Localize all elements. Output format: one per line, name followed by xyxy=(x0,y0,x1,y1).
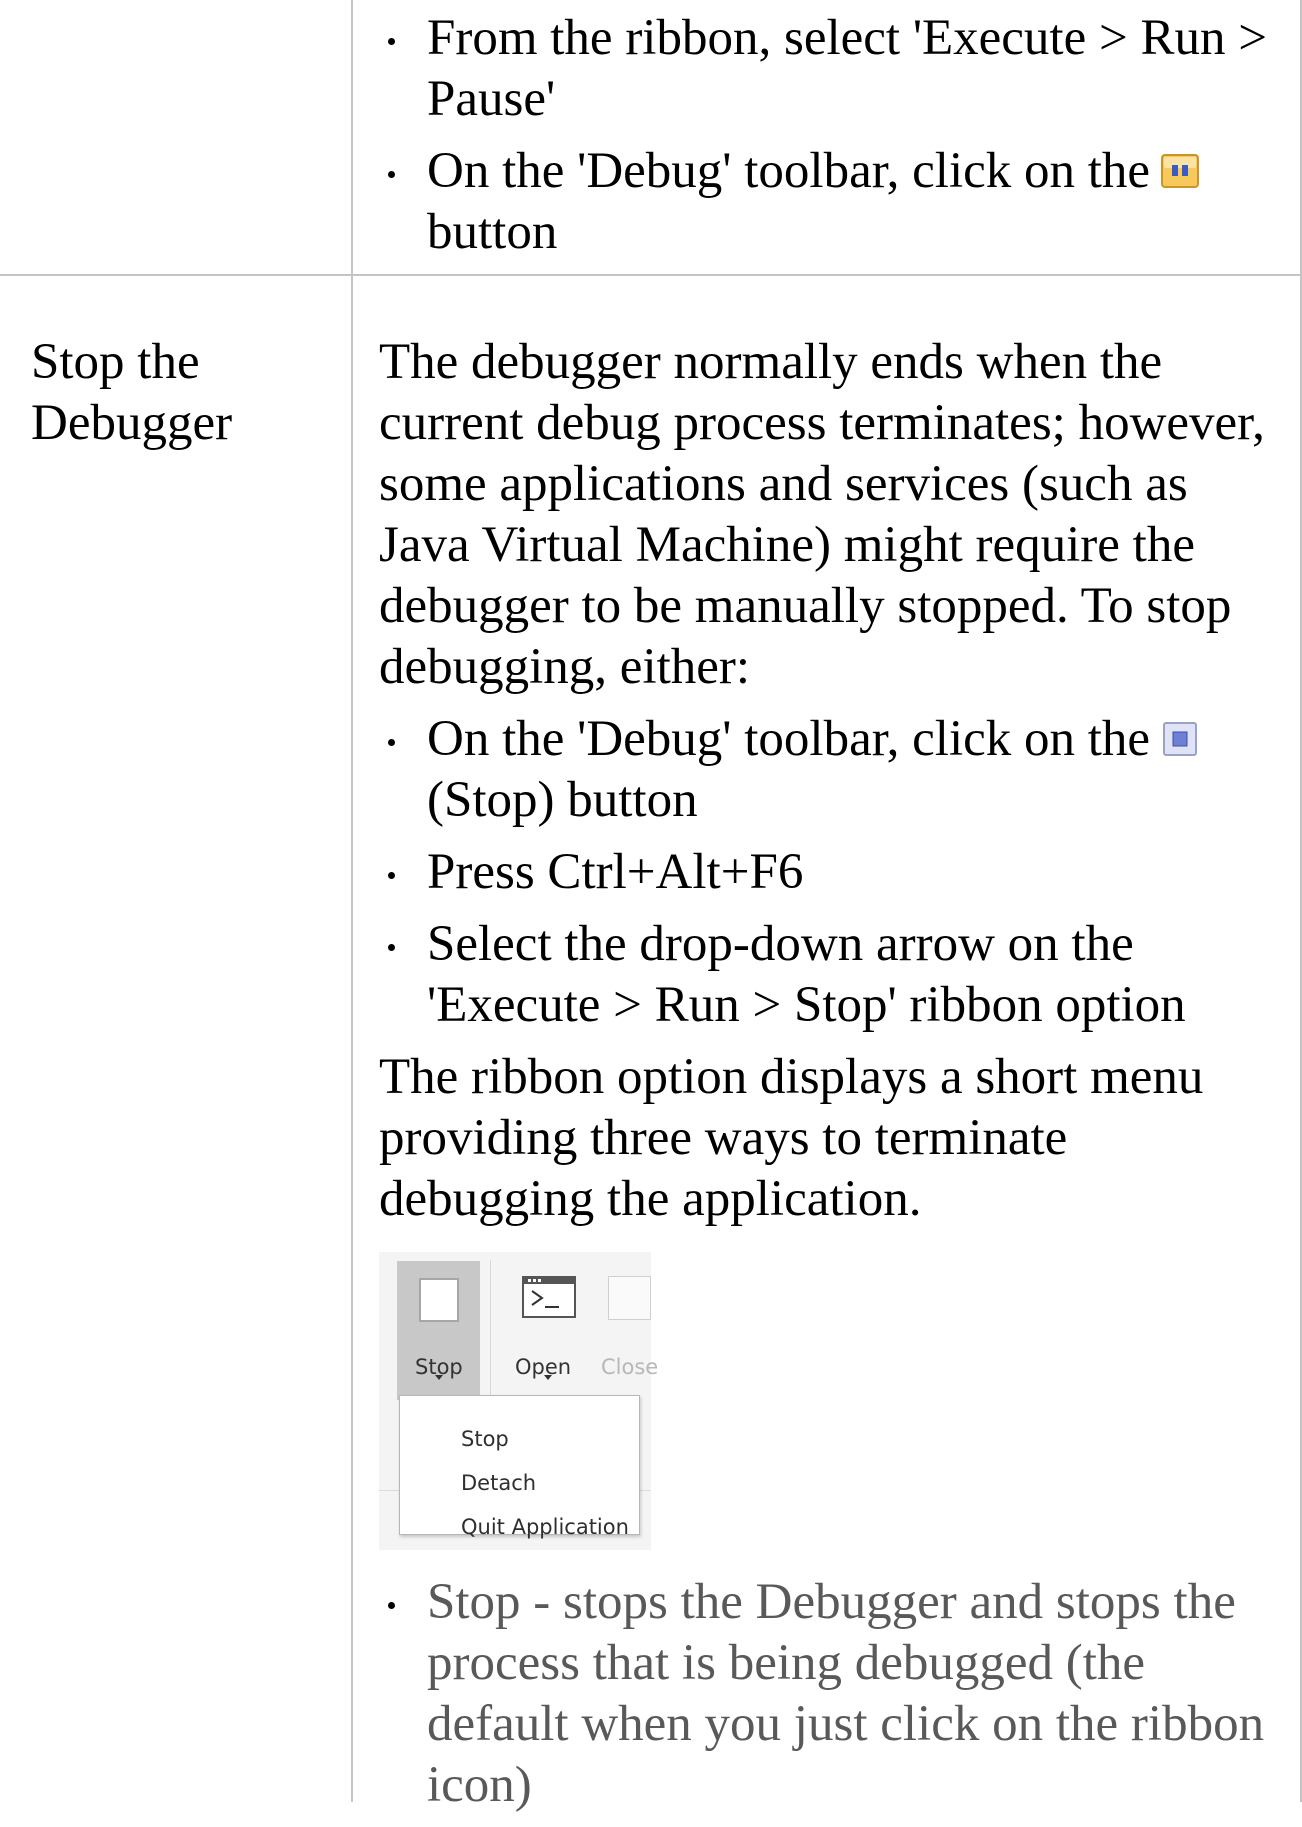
bullet-text: From the ribbon, select 'Execute > Run >… xyxy=(427,10,1268,127)
chevron-down-icon xyxy=(435,1375,443,1380)
row1-content-cell: From the ribbon, select 'Execute > Run >… xyxy=(379,8,1279,274)
console-icon[interactable] xyxy=(522,1276,576,1318)
document-table: From the ribbon, select 'Execute > Run >… xyxy=(0,0,1302,1813)
row2-content-cell: The debugger normally ends when the curr… xyxy=(379,332,1279,1827)
pause-icon xyxy=(1160,145,1200,188)
ribbon-separator xyxy=(490,1260,491,1398)
list-item: Stop - stops the Debugger and stops the … xyxy=(379,1572,1279,1816)
list-item: On the 'Debug' toolbar, click on the (St… xyxy=(379,709,1279,831)
ribbon-stop-button[interactable]: Stop xyxy=(397,1261,480,1400)
row-divider xyxy=(0,274,1302,276)
stop-icon xyxy=(1160,713,1200,756)
list-item: From the ribbon, select 'Execute > Run >… xyxy=(379,8,1279,130)
bullet-text: On the 'Debug' toolbar, click on the xyxy=(427,711,1151,767)
menu-item-quit-application[interactable]: Quit Application xyxy=(461,1497,629,1558)
bullet-text: Select the drop-down arrow on the 'Execu… xyxy=(427,916,1186,1033)
bullet-text: On the 'Debug' toolbar, click on the xyxy=(427,143,1151,199)
list-item: On the 'Debug' toolbar, click on the but… xyxy=(379,141,1279,263)
bullet-text: Stop - stops the Debugger and stops the … xyxy=(427,1574,1265,1813)
stop-dropdown-menu: Stop Detach Quit Application xyxy=(399,1395,640,1539)
close-window-icon xyxy=(608,1276,651,1320)
column-divider xyxy=(351,0,353,1802)
ribbon-stop-label: Stop xyxy=(415,1355,463,1379)
bullet-text: Press Ctrl+Alt+F6 xyxy=(427,844,804,900)
chevron-down-icon xyxy=(544,1375,552,1380)
ribbon-close-label: Close xyxy=(601,1355,659,1379)
after-paragraph: The ribbon option displays a short menu … xyxy=(379,1049,1204,1227)
bullet-text-cont: (Stop) button xyxy=(427,772,698,828)
row2-bullet-list: On the 'Debug' toolbar, click on the (St… xyxy=(379,709,1279,1036)
row-label: Stop the Debugger xyxy=(31,334,233,451)
intro-paragraph: The debugger normally ends when the curr… xyxy=(379,334,1265,695)
bullet-text-cont: button xyxy=(427,204,558,260)
list-item: Select the drop-down arrow on the 'Execu… xyxy=(379,914,1279,1036)
row1-bullet-list: From the ribbon, select 'Execute > Run >… xyxy=(379,8,1279,263)
row2-post-bullet-list: Stop - stops the Debugger and stops the … xyxy=(379,1572,1279,1816)
list-item: Press Ctrl+Alt+F6 xyxy=(379,842,1279,903)
ribbon-screenshot: Stop Open Close Stop Detach Quit Applica… xyxy=(379,1252,658,1550)
stop-square-icon xyxy=(419,1278,459,1322)
ribbon-open-label[interactable]: Open xyxy=(515,1337,571,1398)
